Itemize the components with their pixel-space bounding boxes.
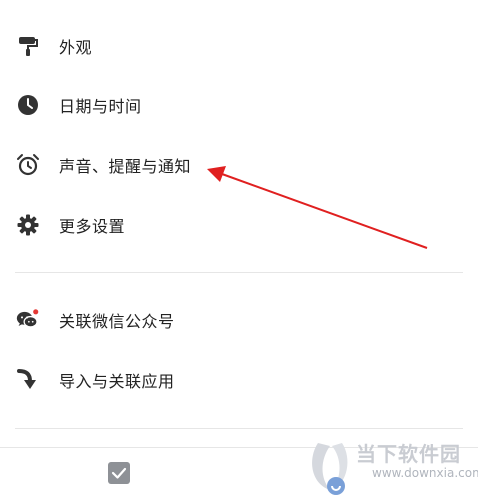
red-arrow-annotation [207, 166, 428, 249]
watermark-url: www.downxia.com [372, 466, 478, 480]
menu-item-more-settings[interactable]: 更多设置 [0, 201, 478, 249]
menu-item-label: 日期与时间 [59, 97, 142, 116]
menu-item-label: 声音、提醒与通知 [59, 157, 192, 176]
menu-item-label: 外观 [59, 38, 93, 57]
menu-item-link-wechat[interactable]: 关联微信公众号 [0, 296, 478, 344]
section-divider [15, 428, 463, 429]
menu-item-label: 导入与关联应用 [59, 372, 175, 391]
watermark: 当下软件园 www.downxia.com [308, 438, 478, 500]
import-arrow-icon [16, 368, 40, 392]
menu-item-label: 更多设置 [59, 217, 126, 236]
watermark-logo-icon [312, 443, 348, 495]
wechat-icon [16, 308, 40, 332]
menu-item-import-apps[interactable]: 导入与关联应用 [0, 356, 478, 404]
section-divider [15, 272, 463, 273]
menu-item-sound-notifications[interactable]: 声音、提醒与通知 [0, 141, 478, 189]
clock-icon [16, 93, 40, 117]
watermark-title: 当下软件园 [356, 442, 461, 466]
checkbox-icon[interactable] [108, 462, 130, 484]
alarm-clock-icon [16, 153, 40, 177]
menu-item-date-time[interactable]: 日期与时间 [0, 81, 478, 129]
notification-dot [33, 309, 39, 315]
gear-icon [16, 213, 40, 237]
menu-item-label: 关联微信公众号 [59, 312, 175, 331]
menu-item-appearance[interactable]: 外观 [0, 22, 478, 70]
paint-roller-icon [16, 34, 40, 58]
